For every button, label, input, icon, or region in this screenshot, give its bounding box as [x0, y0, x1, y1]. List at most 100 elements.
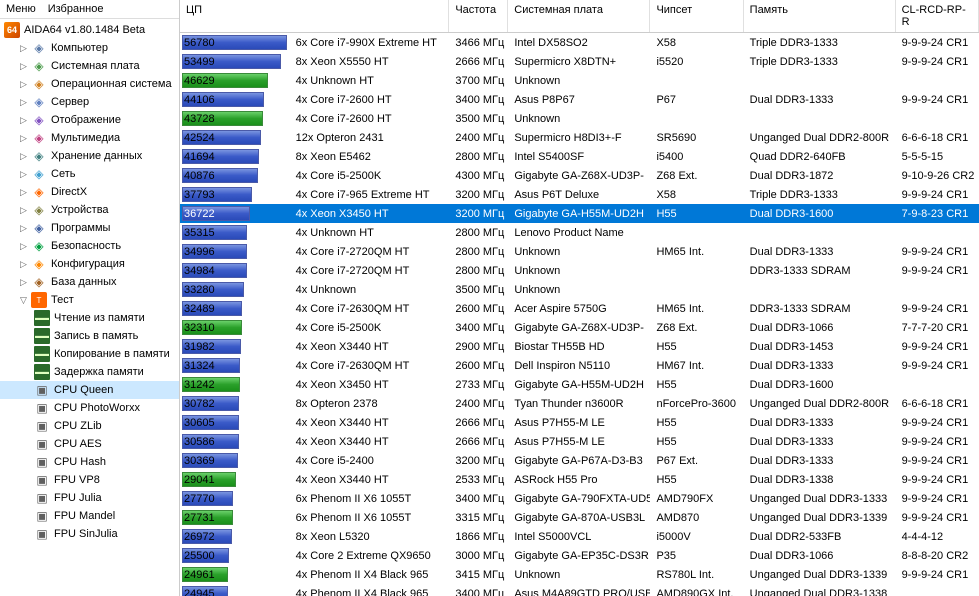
chip-cell: H55 — [650, 417, 743, 429]
table-row[interactable]: 36722 4x Xeon X3450 HT 3200 МГц Gigabyte… — [180, 204, 979, 223]
tree-item-системная-плата[interactable]: ▷◈Системная плата — [0, 57, 179, 75]
cpu-cell: 4x Xeon X3440 HT — [290, 341, 450, 353]
table-row[interactable]: 31242 4x Xeon X3450 HT 2733 МГц Gigabyte… — [180, 375, 979, 394]
table-row[interactable]: 30586 4x Xeon X3440 HT 2666 МГц Asus P7H… — [180, 432, 979, 451]
tree-item-тест[interactable]: ▽TТест — [0, 291, 179, 309]
tree-item-конфигурация[interactable]: ▷◈Конфигурация — [0, 255, 179, 273]
tim-cell: 9-9-9-24 CR1 — [896, 569, 979, 581]
tree-item-cpu-zlib[interactable]: ▣CPU ZLib — [0, 417, 179, 435]
expander-icon[interactable]: ▷ — [18, 97, 29, 108]
table-row[interactable]: 35315 4x Unknown HT 2800 МГц Lenovo Prod… — [180, 223, 979, 242]
tree-label: Программы — [51, 222, 110, 234]
table-row[interactable]: 42524 12x Opteron 2431 2400 МГц Supermic… — [180, 128, 979, 147]
table-row[interactable]: 46629 4x Unknown HT 3700 МГц Unknown — [180, 71, 979, 90]
tree-item-база-данных[interactable]: ▷◈База данных — [0, 273, 179, 291]
table-row[interactable]: 27770 6x Phenom II X6 1055T 3400 МГц Gig… — [180, 489, 979, 508]
ico-stor-icon: ◈ — [31, 148, 47, 164]
expander-icon[interactable]: ▷ — [18, 223, 29, 234]
col-mem[interactable]: Память — [744, 0, 896, 32]
freq-cell: 2800 МГц — [449, 151, 508, 163]
score-value: 34996 — [184, 246, 215, 258]
tree-item-операционная-система[interactable]: ▷◈Операционная система — [0, 75, 179, 93]
expander-icon[interactable]: ▷ — [18, 133, 29, 144]
table-row[interactable]: 30782 8x Opteron 2378 2400 МГц Tyan Thun… — [180, 394, 979, 413]
expander-icon[interactable]: ▷ — [18, 259, 29, 270]
tree-item-хранение-данных[interactable]: ▷◈Хранение данных — [0, 147, 179, 165]
table-row[interactable]: 31324 4x Core i7-2630QM HT 2600 МГц Dell… — [180, 356, 979, 375]
expander-icon[interactable]: ▷ — [18, 205, 29, 216]
expander-icon[interactable]: ▽ — [18, 295, 29, 306]
freq-cell: 3700 МГц — [449, 75, 508, 87]
table-row[interactable]: 25500 4x Core 2 Extreme QX9650 3000 МГц … — [180, 546, 979, 565]
menu-item-menu[interactable]: Меню — [6, 3, 36, 15]
tree-item-fpu-vp8[interactable]: ▣FPU VP8 — [0, 471, 179, 489]
tree-item-задержка-памяти[interactable]: ▬▬Задержка памяти — [0, 363, 179, 381]
tree-item-отображение[interactable]: ▷◈Отображение — [0, 111, 179, 129]
col-chip[interactable]: Чипсет — [650, 0, 743, 32]
table-row[interactable]: 30369 4x Core i5-2400 3200 МГц Gigabyte … — [180, 451, 979, 470]
tree-item-чтение-из-памяти[interactable]: ▬▬Чтение из памяти — [0, 309, 179, 327]
tree-item-cpu-hash[interactable]: ▣CPU Hash — [0, 453, 179, 471]
tree-item-компьютер[interactable]: ▷◈Компьютер — [0, 39, 179, 57]
tree-item-fpu-julia[interactable]: ▣FPU Julia — [0, 489, 179, 507]
expander-icon[interactable]: ▷ — [18, 187, 29, 198]
table-row[interactable]: 31982 4x Xeon X3440 HT 2900 МГц Biostar … — [180, 337, 979, 356]
tree-item-fpu-sinjulia[interactable]: ▣FPU SinJulia — [0, 525, 179, 543]
table-row[interactable]: 29041 4x Xeon X3440 HT 2533 МГц ASRock H… — [180, 470, 979, 489]
mb-cell: ASRock H55 Pro — [508, 474, 650, 486]
table-row[interactable]: 40876 4x Core i5-2500K 4300 МГц Gigabyte… — [180, 166, 979, 185]
tree-item-directx[interactable]: ▷◈DirectX — [0, 183, 179, 201]
expander-icon[interactable]: ▷ — [18, 43, 29, 54]
expander-icon[interactable]: ▷ — [18, 169, 29, 180]
expander-icon[interactable]: ▷ — [18, 115, 29, 126]
table-row[interactable]: 56780 6x Core i7-990X Extreme HT 3466 МГ… — [180, 33, 979, 52]
cpu-cell: 4x Core i7-965 Extreme HT — [290, 189, 450, 201]
table-row[interactable]: 53499 8x Xeon X5550 HT 2666 МГц Supermic… — [180, 52, 979, 71]
col-freq[interactable]: Частота — [449, 0, 508, 32]
table-row[interactable]: 30605 4x Xeon X3440 HT 2666 МГц Asus P7H… — [180, 413, 979, 432]
tree-item-cpu-queen[interactable]: ▣CPU Queen — [0, 381, 179, 399]
table-row[interactable]: 37793 4x Core i7-965 Extreme HT 3200 МГц… — [180, 185, 979, 204]
table-row[interactable]: 24961 4x Phenom II X4 Black 965 3415 МГц… — [180, 565, 979, 584]
table-row[interactable]: 32489 4x Core i7-2630QM HT 2600 МГц Acer… — [180, 299, 979, 318]
tree-item-запись-в-память[interactable]: ▬▬Запись в память — [0, 327, 179, 345]
tim-cell: 6-6-6-18 CR1 — [896, 398, 979, 410]
tree-item-безопасность[interactable]: ▷◈Безопасность — [0, 237, 179, 255]
table-row[interactable]: 44106 4x Core i7-2600 HT 3400 МГц Asus P… — [180, 90, 979, 109]
expander-icon[interactable]: ▷ — [18, 79, 29, 90]
score-bar-cell: 30586 — [180, 432, 290, 451]
tree-item-сервер[interactable]: ▷◈Сервер — [0, 93, 179, 111]
col-cpu[interactable]: ЦП — [180, 0, 449, 32]
col-tim[interactable]: CL-RCD-RP-R — [896, 0, 979, 32]
score-bar-cell: 35315 — [180, 223, 290, 242]
expander-icon[interactable]: ▷ — [18, 151, 29, 162]
table-row[interactable]: 41694 8x Xeon E5462 2800 МГц Intel S5400… — [180, 147, 979, 166]
tree-item-мультимедиа[interactable]: ▷◈Мультимедиа — [0, 129, 179, 147]
tim-cell: 9-9-9-24 CR1 — [896, 474, 979, 486]
tree-item-устройства[interactable]: ▷◈Устройства — [0, 201, 179, 219]
table-row[interactable]: 34984 4x Core i7-2720QM HT 2800 МГц Unkn… — [180, 261, 979, 280]
table-row[interactable]: 26972 8x Xeon L5320 1866 МГц Intel S5000… — [180, 527, 979, 546]
table-row[interactable]: 24945 4x Phenom II X4 Black 965 3400 МГц… — [180, 584, 979, 596]
tree-item-копирование-в-памяти[interactable]: ▬▬Копирование в памяти — [0, 345, 179, 363]
tree-item-сеть[interactable]: ▷◈Сеть — [0, 165, 179, 183]
app-root[interactable]: 64 AIDA64 v1.80.1484 Beta — [0, 21, 179, 39]
table-row[interactable]: 43728 4x Core i7-2600 HT 3500 МГц Unknow… — [180, 109, 979, 128]
mb-cell: Intel DX58SO2 — [508, 37, 650, 49]
table-row[interactable]: 32310 4x Core i5-2500K 3400 МГц Gigabyte… — [180, 318, 979, 337]
table-row[interactable]: 34996 4x Core i7-2720QM HT 2800 МГц Unkn… — [180, 242, 979, 261]
tree-item-программы[interactable]: ▷◈Программы — [0, 219, 179, 237]
menu-item-favorites[interactable]: Избранное — [48, 3, 104, 15]
tree-item-fpu-mandel[interactable]: ▣FPU Mandel — [0, 507, 179, 525]
expander-icon[interactable]: ▷ — [18, 241, 29, 252]
tree-item-cpu-photoworxx[interactable]: ▣CPU PhotoWorxx — [0, 399, 179, 417]
mem-cell: DDR3-1333 SDRAM — [744, 265, 896, 277]
expander-icon[interactable]: ▷ — [18, 277, 29, 288]
tree-item-cpu-aes[interactable]: ▣CPU AES — [0, 435, 179, 453]
score-bar-cell: 31324 — [180, 356, 290, 375]
table-row[interactable]: 33280 4x Unknown 3500 МГц Unknown — [180, 280, 979, 299]
table-row[interactable]: 27731 6x Phenom II X6 1055T 3315 МГц Gig… — [180, 508, 979, 527]
col-mb[interactable]: Системная плата — [508, 0, 650, 32]
expander-icon[interactable]: ▷ — [18, 61, 29, 72]
mem-cell: Dual DDR3-1338 — [744, 474, 896, 486]
